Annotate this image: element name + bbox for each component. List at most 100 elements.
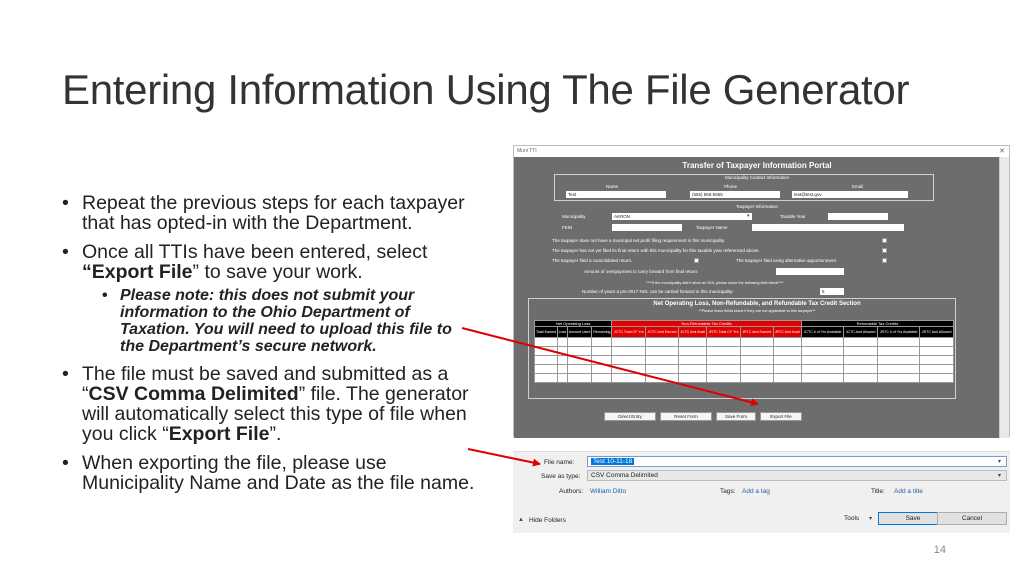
table-cell[interactable] [591,355,613,365]
table-row[interactable] [533,373,954,383]
chevron-up-icon[interactable]: ▲ [518,517,524,523]
table-cell[interactable] [876,364,921,374]
table-cell[interactable] [843,337,878,347]
checkbox-not-filed[interactable] [882,248,887,253]
table-cell[interactable] [557,337,568,347]
table-cell[interactable] [557,355,568,365]
table-cell[interactable] [566,373,593,383]
table-cell[interactable] [919,346,954,356]
tags-value[interactable]: Add a tag [742,488,770,495]
table-cell[interactable] [611,337,647,347]
table-cell[interactable] [566,355,593,365]
authors-value[interactable]: William Ditto [590,488,626,495]
fein-field[interactable] [612,224,682,231]
checkbox-consolidated[interactable] [694,258,699,263]
table-cell[interactable] [772,337,802,347]
table-cell[interactable] [557,373,568,383]
checkbox-alt-apportionment[interactable] [882,258,887,263]
table-cell[interactable] [919,373,954,383]
table-cell[interactable] [591,337,613,347]
table-cell[interactable] [645,337,679,347]
table-cell[interactable] [706,364,741,374]
table-cell[interactable] [706,373,741,383]
table-cell[interactable] [677,373,708,383]
export-file-button[interactable]: Export File [760,412,802,421]
table-cell[interactable] [919,337,954,347]
table-row[interactable] [533,355,954,365]
table-cell[interactable] [645,373,679,383]
save-type-select[interactable]: CSV Comma Delimited [587,470,1007,481]
table-cell[interactable] [591,373,613,383]
table-cell[interactable] [677,337,708,347]
chevron-down-icon[interactable]: ▾ [998,472,1001,479]
table-cell[interactable] [706,355,741,365]
table-cell[interactable] [533,355,559,365]
table-cell[interactable] [533,346,559,356]
name-field[interactable]: Test [566,191,666,198]
table-cell[interactable] [591,364,613,374]
taxpayer-name-field[interactable] [752,224,904,231]
email-field[interactable]: test@test.gov [792,191,908,198]
table-cell[interactable] [843,364,878,374]
table-cell[interactable] [611,373,647,383]
table-cell[interactable] [706,346,741,356]
table-cell[interactable] [566,337,593,347]
table-cell[interactable] [611,364,647,374]
table-row[interactable] [533,337,954,347]
table-cell[interactable] [566,346,593,356]
table-cell[interactable] [772,346,802,356]
table-cell[interactable] [800,373,845,383]
table-cell[interactable] [876,355,921,365]
taxable-year-field[interactable] [828,213,888,220]
checkbox-no-filing-requirement[interactable] [882,238,887,243]
table-cell[interactable] [772,364,802,374]
table-cell[interactable] [739,373,774,383]
table-cell[interactable] [876,346,921,356]
table-cell[interactable] [739,346,774,356]
table-cell[interactable] [772,355,802,365]
table-cell[interactable] [800,337,845,347]
table-row[interactable] [533,346,954,356]
table-cell[interactable] [876,337,921,347]
cancel-button[interactable]: Cancel [937,512,1007,525]
table-cell[interactable] [557,346,568,356]
close-icon[interactable]: ✕ [999,146,1005,157]
table-cell[interactable] [739,337,774,347]
table-cell[interactable] [876,373,921,383]
table-cell[interactable] [677,355,708,365]
table-cell[interactable] [611,346,647,356]
table-cell[interactable] [645,364,679,374]
direct-entry-button[interactable]: Direct Entry [604,412,656,421]
table-cell[interactable] [611,355,647,365]
table-cell[interactable] [677,346,708,356]
table-cell[interactable] [739,355,774,365]
table-cell[interactable] [739,364,774,374]
table-cell[interactable] [645,355,679,365]
table-cell[interactable] [843,346,878,356]
chevron-down-icon[interactable]: ▾ [747,213,750,219]
table-cell[interactable] [533,364,559,374]
table-cell[interactable] [645,346,679,356]
table-cell[interactable] [843,355,878,365]
chevron-down-icon[interactable]: ▾ [869,515,872,522]
table-cell[interactable] [919,364,954,374]
nol-years-field[interactable]: 5 [820,288,844,295]
tools-menu[interactable]: Tools [844,515,859,522]
table-cell[interactable] [557,364,568,374]
hide-folders-button[interactable]: Hide Folders [529,517,566,524]
table-cell[interactable] [772,373,802,383]
table-cell[interactable] [591,346,613,356]
chevron-down-icon[interactable]: ▾ [998,458,1001,465]
table-cell[interactable] [533,373,559,383]
save-form-button[interactable]: Save Form [716,412,756,421]
table-cell[interactable] [919,355,954,365]
title-value[interactable]: Add a title [894,488,923,495]
table-cell[interactable] [800,346,845,356]
table-cell[interactable] [533,337,559,347]
table-cell[interactable] [843,373,878,383]
table-row[interactable] [533,364,954,374]
municipality-select[interactable]: AKRON [612,213,752,220]
reset-form-button[interactable]: Reset Form [660,412,712,421]
phone-field[interactable]: (555) 555-5555 [690,191,780,198]
table-cell[interactable] [677,364,708,374]
